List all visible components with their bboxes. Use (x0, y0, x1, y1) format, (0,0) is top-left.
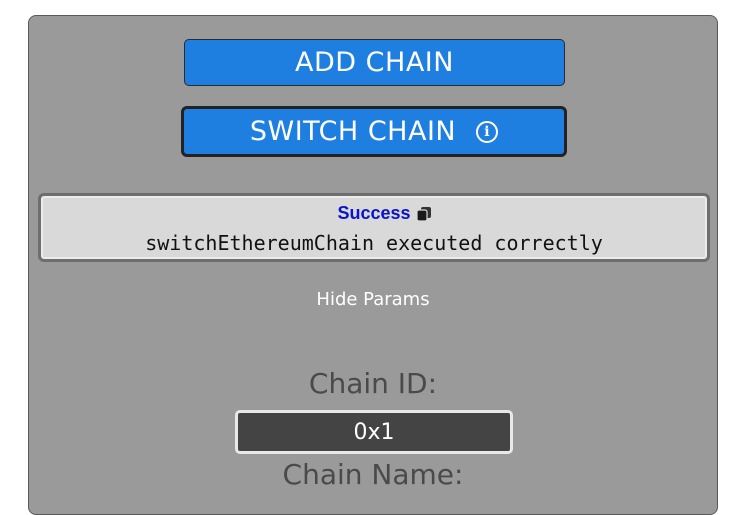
chain-name-label: Chain Name: (282, 458, 464, 491)
hide-params-toggle[interactable]: Hide Params (29, 289, 717, 310)
result-status: Success (337, 203, 411, 223)
info-icon[interactable]: i (476, 120, 499, 143)
result-message: switchEthereumChain executed correctly (145, 231, 603, 255)
chain-id-input[interactable] (235, 410, 513, 454)
add-chain-button[interactable]: ADD CHAIN (184, 39, 565, 86)
result-box: Success switchEthereumChain executed cor… (38, 193, 710, 262)
switch-chain-label: SWITCH CHAIN (249, 116, 457, 147)
chain-id-label: Chain ID: (308, 367, 438, 400)
chain-panel: ADD CHAIN SWITCH CHAIN i Success switchE… (28, 15, 718, 515)
add-chain-label: ADD CHAIN (295, 47, 454, 78)
copy-icon[interactable] (415, 205, 433, 223)
switch-chain-button[interactable]: SWITCH CHAIN i (181, 106, 567, 157)
